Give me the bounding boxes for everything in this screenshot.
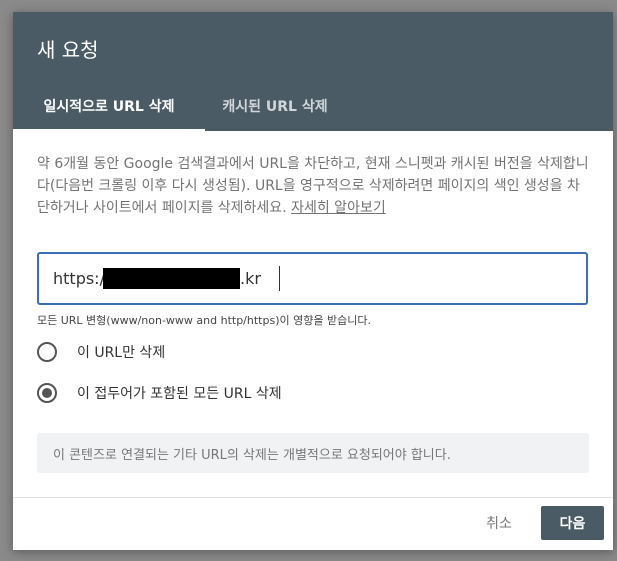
dialog-footer: 취소 다음 — [13, 497, 613, 550]
text-cursor — [279, 266, 280, 291]
new-request-dialog: 새 요청 일시적으로 URL 삭제 캐시된 URL 삭제 약 6개월 동안 Go… — [13, 12, 613, 550]
next-button[interactable]: 다음 — [541, 506, 604, 540]
description-text: 약 6개월 동안 Google 검색결과에서 URL을 차단하고, 현재 스니펫… — [37, 153, 589, 219]
learn-more-link[interactable]: 자세히 알아보기 — [291, 200, 386, 216]
radio-button-unchecked[interactable] — [37, 342, 57, 362]
dialog-title: 새 요청 — [37, 38, 99, 62]
redacted-domain — [103, 268, 240, 289]
option-label: 이 URL만 삭제 — [77, 345, 166, 361]
info-note: 이 콘텐즈로 연결되는 기타 URL의 삭제는 개별적으로 요청되어야 합니다. — [37, 433, 589, 473]
option-url-only[interactable]: 이 URL만 삭제 — [37, 342, 165, 362]
radio-button-checked[interactable] — [37, 383, 57, 403]
url-prefix: https:// — [53, 269, 111, 288]
option-prefix-all[interactable]: 이 접두어가 포함된 모든 URL 삭제 — [37, 383, 282, 403]
url-suffix: .kr — [240, 269, 261, 288]
tab-label: 일시적으로 URL 삭제 — [43, 99, 175, 115]
tab-clear-cached-url[interactable]: 캐시된 URL 삭제 — [209, 81, 341, 131]
dialog-header: 새 요청 일시적으로 URL 삭제 캐시된 URL 삭제 — [13, 12, 613, 131]
tab-temporary-remove-url[interactable]: 일시적으로 URL 삭제 — [13, 81, 205, 131]
cancel-button[interactable]: 취소 — [471, 506, 527, 540]
tab-label: 캐시된 URL 삭제 — [222, 99, 328, 115]
url-variants-hint: 모든 URL 변형(www/non-www and http/https)이 영… — [37, 314, 371, 327]
option-label: 이 접두어가 포함된 모든 URL 삭제 — [77, 386, 282, 402]
url-input[interactable]: https:// .kr — [37, 252, 588, 305]
note-text: 이 콘텐즈로 연결되는 기타 URL의 삭제는 개별적으로 요청되어야 합니다. — [53, 447, 451, 463]
